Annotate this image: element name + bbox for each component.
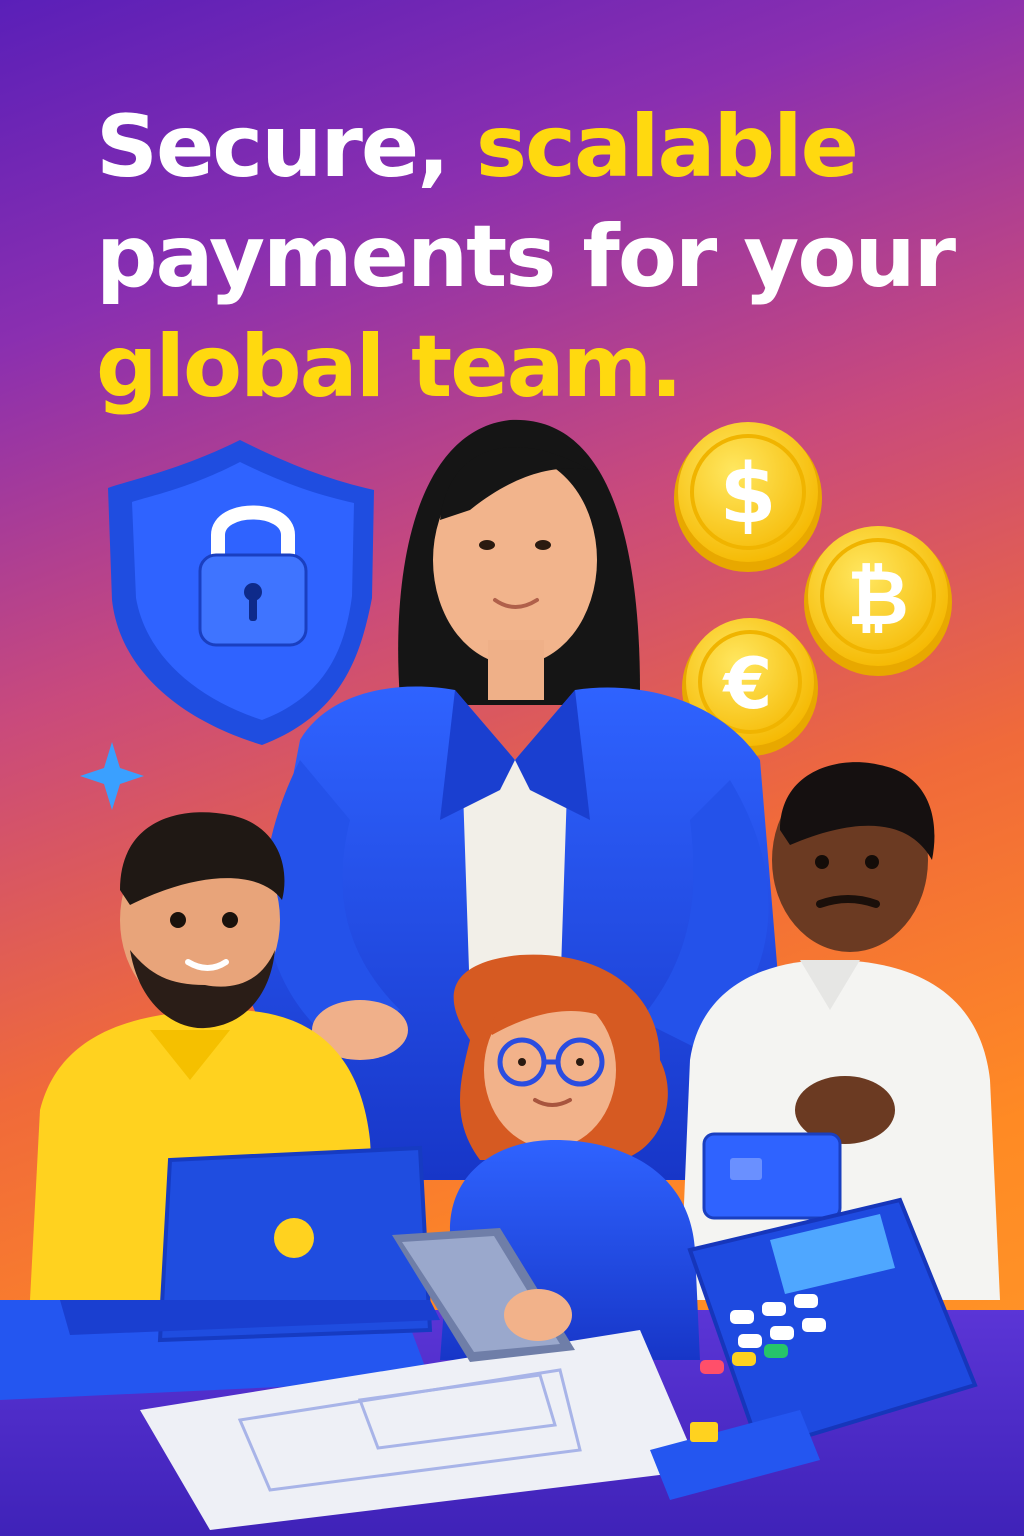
euro-symbol: € [722, 643, 773, 725]
illustration-scene: $ ₿ € [0, 419, 1024, 1536]
sparkle-icon [80, 742, 144, 810]
credit-card-icon [702, 1132, 842, 1220]
bitcoin-symbol: ₿ [847, 553, 909, 642]
shield-lock-icon [108, 440, 374, 745]
bitcoin-coin-icon: ₿ [804, 526, 952, 676]
dollar-coin-icon: $ [674, 422, 822, 572]
dollar-symbol: $ [719, 447, 776, 542]
